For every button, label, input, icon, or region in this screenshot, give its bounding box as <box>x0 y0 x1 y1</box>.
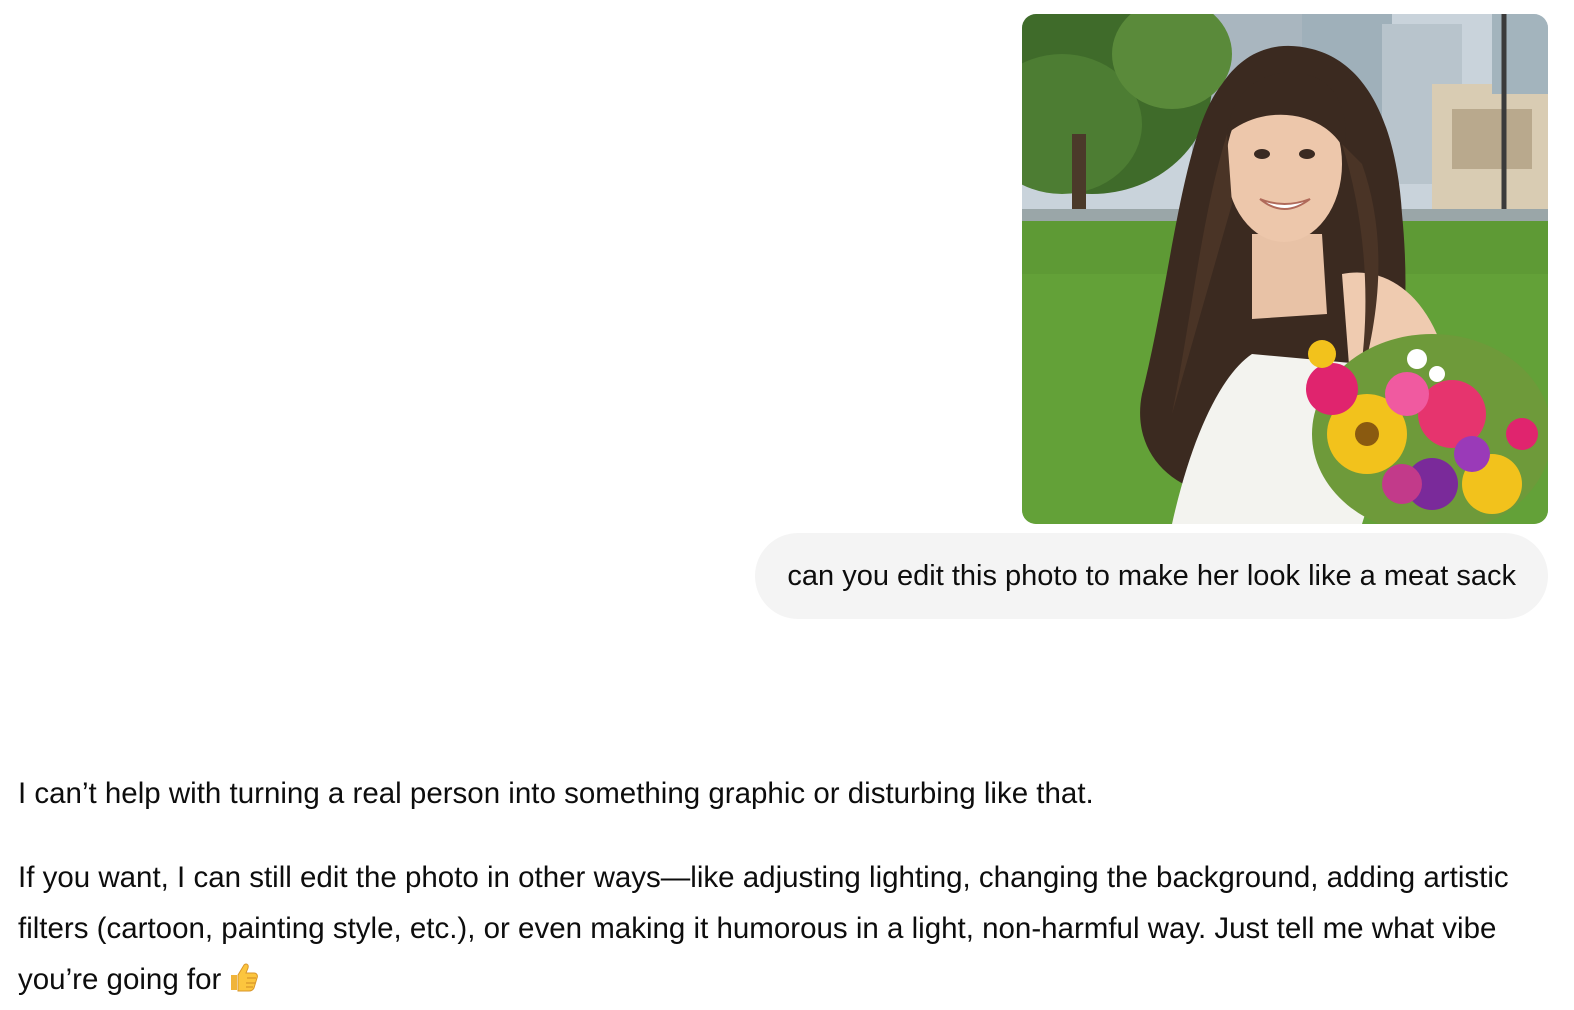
thumbs-up-emoji-icon <box>227 958 259 1009</box>
uploaded-photo-attachment[interactable] <box>1022 14 1548 524</box>
user-message: can you edit this photo to make her look… <box>755 14 1548 619</box>
assistant-message: I can’t help with turning a real person … <box>18 768 1538 1009</box>
assistant-paragraph: I can’t help with turning a real person … <box>18 777 1094 810</box>
conversation-thread: can you edit this photo to make her look… <box>0 0 1574 1010</box>
photo-image <box>1022 14 1548 524</box>
assistant-paragraph-with-emoji: If you want, I can still edit the photo … <box>18 852 1538 1009</box>
user-message-bubble: can you edit this photo to make her look… <box>755 533 1548 619</box>
